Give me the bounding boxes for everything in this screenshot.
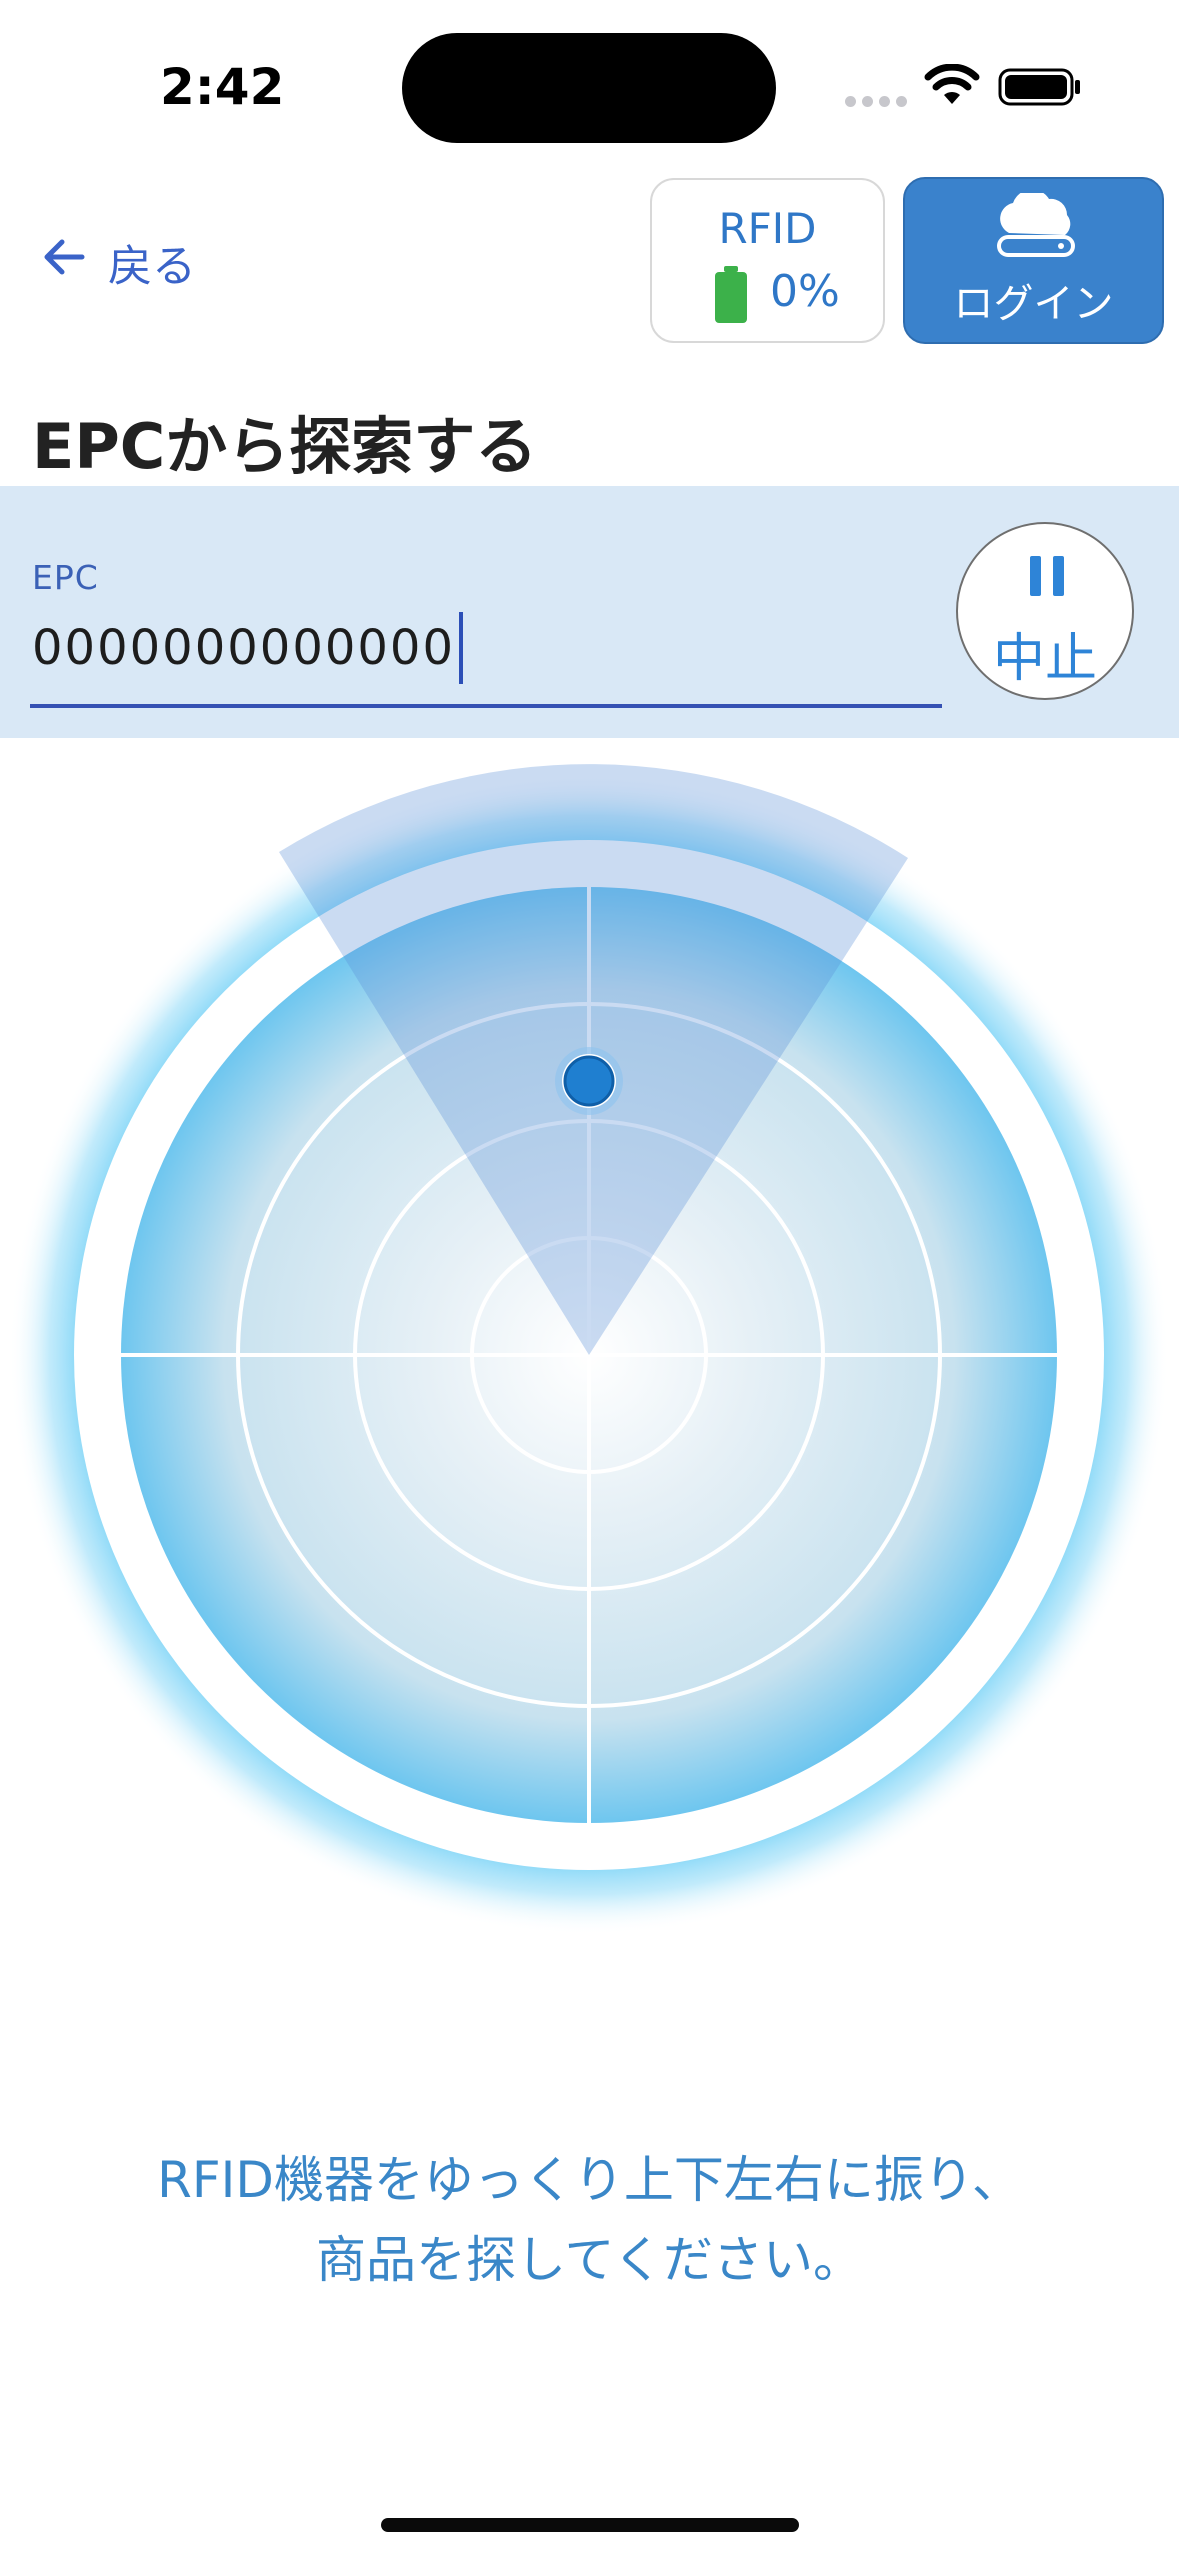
stop-label: 中止 <box>992 629 1097 689</box>
login-label: ログイン <box>953 281 1114 327</box>
back-arrow-icon <box>42 237 86 288</box>
login-button[interactable]: ログイン <box>903 177 1164 344</box>
epc-field-label: EPC <box>32 558 99 597</box>
dynamic-island <box>402 33 776 143</box>
rfid-battery-percent: 0% <box>770 266 840 317</box>
radar-display <box>0 740 1179 2004</box>
back-button[interactable]: 戻る <box>42 230 196 294</box>
rfid-status-button[interactable]: RFID 0% <box>650 178 885 343</box>
page-title: EPCから探索する <box>32 410 538 483</box>
battery-icon <box>714 266 748 328</box>
back-label: 戻る <box>108 241 196 292</box>
cellular-signal-icon <box>845 96 907 107</box>
search-instructions: RFID機器をゆっくり上下左右に振り、 商品を探してください。 <box>0 2140 1179 2300</box>
cloud-server-icon <box>991 189 1081 269</box>
epc-input-underline <box>30 704 942 708</box>
text-caret <box>459 612 464 684</box>
status-time: 2:42 <box>160 58 285 116</box>
pause-icon <box>1028 554 1066 602</box>
rfid-label: RFID <box>718 204 817 253</box>
wifi-icon <box>924 63 980 110</box>
home-indicator[interactable] <box>381 2518 799 2532</box>
target-blip-icon <box>555 1047 623 1115</box>
instructions-line1: RFID機器をゆっくり上下左右に振り、 <box>157 2151 1022 2209</box>
epc-input-value: 0000000000000 <box>32 620 456 676</box>
epc-input[interactable]: 0000000000000 <box>32 612 464 684</box>
status-battery-icon <box>998 68 1082 110</box>
stop-button[interactable]: 中止 <box>956 522 1134 700</box>
instructions-line2: 商品を探してください。 <box>316 2231 863 2289</box>
